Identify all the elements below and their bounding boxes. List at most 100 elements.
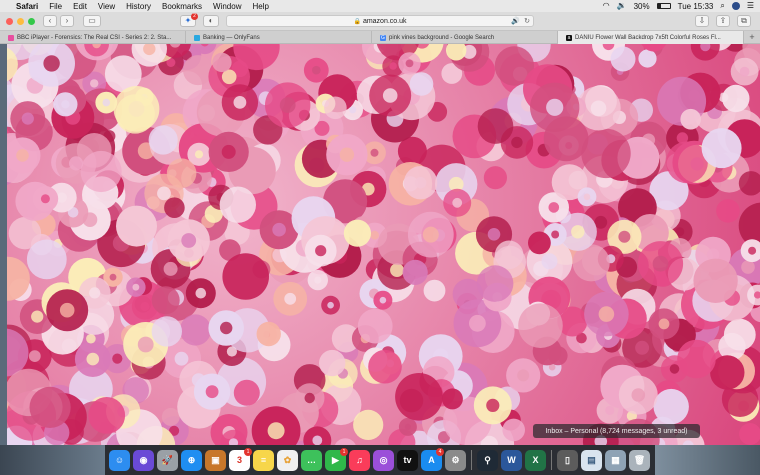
flower-center <box>548 202 560 213</box>
tab-overview-button[interactable]: ⧉ <box>737 15 751 27</box>
flower-center <box>590 100 607 117</box>
flower-center <box>157 186 171 201</box>
dock-glyph: ▶ <box>332 454 339 465</box>
menu-history[interactable]: History <box>126 2 151 11</box>
flower-center <box>404 423 411 430</box>
flower-bloom <box>183 55 213 86</box>
menu-view[interactable]: View <box>98 2 115 11</box>
minimize-window-icon[interactable] <box>17 17 24 25</box>
settings-icon[interactable]: ⚙ <box>445 449 466 471</box>
flower-center <box>541 253 558 270</box>
excel-icon[interactable]: X <box>525 449 546 471</box>
share-button[interactable]: ⇪ <box>716 15 730 27</box>
privacy-shield-button[interactable]: ◐ <box>203 15 219 27</box>
reload-icon[interactable]: ↻ <box>524 17 530 25</box>
flower-bloom <box>353 409 384 440</box>
tab-2[interactable]: Banking — OnlyFans <box>186 31 372 44</box>
menu-window[interactable]: Window <box>213 2 241 11</box>
menu-edit[interactable]: Edit <box>73 2 87 11</box>
notes-icon[interactable]: ≡ <box>253 449 274 471</box>
tab-favicon-icon: a <box>566 34 572 41</box>
appstore-icon[interactable]: A4 <box>421 447 444 471</box>
phone-icon[interactable]: ▯ <box>557 449 578 471</box>
launchpad-icon[interactable]: 🚀 <box>157 449 178 471</box>
appletv-icon[interactable]: tv <box>397 449 418 471</box>
flower-center <box>40 194 50 204</box>
flower-bloom <box>402 259 428 285</box>
forward-button[interactable]: › <box>60 15 74 27</box>
flower-center <box>137 336 154 353</box>
messages-icon[interactable]: … <box>301 449 322 471</box>
vpn-icon[interactable]: ⚲ <box>477 449 498 471</box>
back-button[interactable]: ‹ <box>43 15 57 27</box>
flower-center <box>349 106 357 114</box>
window-controls <box>6 17 35 25</box>
wifi-icon[interactable]: ◠ <box>603 1 610 11</box>
calendar-icon[interactable]: 31 <box>229 447 252 471</box>
volume-icon[interactable]: 🔉 <box>617 1 627 11</box>
menu-file[interactable]: File <box>49 2 62 11</box>
address-bar[interactable]: 🔒 amazon.co.uk 🔊 ↻ <box>226 15 534 27</box>
battery-icon[interactable] <box>656 3 671 9</box>
music-icon[interactable]: ♫ <box>349 449 370 471</box>
dock-glyph: ☺ <box>114 455 125 465</box>
flower-center <box>205 385 219 399</box>
dock-glyph: ⚲ <box>484 454 491 465</box>
flower-bloom <box>502 418 525 442</box>
dock-glyph: ▤ <box>587 454 596 465</box>
dock: ☺ ◉ 🚀 ⊕ ▣ 3 1 ≡ ✿… ▶ 1 ♫ ◎ tv A 4 ⚙ ⚲ W X ▯ ▤ ▦ 🗑 <box>105 445 655 475</box>
dock-badge: 1 <box>244 447 252 456</box>
tab-title: DANIU Flower Wall Backdrop 7x5ft Colorfu… <box>575 34 721 41</box>
finder-icon[interactable]: ☺ <box>109 449 130 471</box>
desktop-wallpaper-right <box>655 445 760 475</box>
menu-help[interactable]: Help <box>252 2 268 11</box>
menu-bookmarks[interactable]: Bookmarks <box>162 2 202 11</box>
clock[interactable]: Tue 15:33 <box>678 2 714 11</box>
flower-center <box>21 112 34 125</box>
zoom-window-icon[interactable] <box>28 17 35 25</box>
tab-1[interactable]: BBC iPlayer - Forensics: The Real CSI - … <box>0 31 186 44</box>
extension-button[interactable]: ✦ 2 <box>180 13 198 27</box>
menu-app-name[interactable]: Safari <box>16 2 38 11</box>
facetime-icon[interactable]: ▶ 1 <box>325 447 348 471</box>
flower-bloom <box>179 314 212 346</box>
word-icon[interactable]: W <box>501 449 522 471</box>
flower-center <box>551 230 560 239</box>
preview-icon[interactable]: ▤ <box>581 449 602 471</box>
tab-3[interactable]: Gpink vines background - Google Search <box>372 31 558 44</box>
tab-audio-icon[interactable]: 🔊 <box>511 17 520 25</box>
flower-center <box>390 263 404 277</box>
close-window-icon[interactable] <box>6 17 13 25</box>
battery-percent[interactable]: 30% <box>634 2 650 11</box>
flower-center <box>370 148 379 157</box>
flower-center <box>233 96 247 109</box>
flower-center <box>304 392 315 404</box>
flower-center <box>594 215 608 229</box>
safari-toolbar: ‹ › ▭ ✦ 2 ◐ 🔒 amazon.co.uk 🔊 ↻ ⇩ ⇪ ⧉ <box>0 12 760 31</box>
spotlight-icon[interactable]: ⌕ <box>720 1 724 11</box>
flower-center <box>86 333 96 344</box>
url-text: amazon.co.uk <box>362 17 407 25</box>
flower-center <box>486 398 500 412</box>
flower-center <box>658 318 670 330</box>
user-avatar-icon[interactable] <box>731 2 740 10</box>
downloads-button[interactable]: ⇩ <box>695 15 709 27</box>
podcasts-icon[interactable]: ◎ <box>373 449 394 471</box>
flower-center <box>140 301 150 312</box>
tab-favicon-icon <box>194 34 200 41</box>
trash-icon[interactable]: 🗑 <box>629 449 650 471</box>
flower-bloom <box>334 438 356 445</box>
tab-4[interactable]: a DANIU Flower Wall Backdrop 7x5ft Colorf… <box>558 31 744 44</box>
photo-icon[interactable]: ▣ <box>205 449 226 471</box>
control-center-icon[interactable]: ☰ <box>747 1 754 11</box>
dock-glyph: ▦ <box>611 454 620 465</box>
extension-badge: 2 <box>191 13 198 20</box>
flower-center <box>379 296 387 304</box>
siri-icon[interactable]: ◉ <box>133 449 154 471</box>
flower-bloom <box>164 197 185 218</box>
safari-icon[interactable]: ⊕ <box>181 449 202 471</box>
photos-icon[interactable]: ✿ <box>277 449 298 471</box>
new-tab-button[interactable]: + <box>744 31 760 43</box>
screenshot-icon[interactable]: ▦ <box>605 449 626 471</box>
sidebar-toggle-button[interactable]: ▭ <box>83 15 101 27</box>
